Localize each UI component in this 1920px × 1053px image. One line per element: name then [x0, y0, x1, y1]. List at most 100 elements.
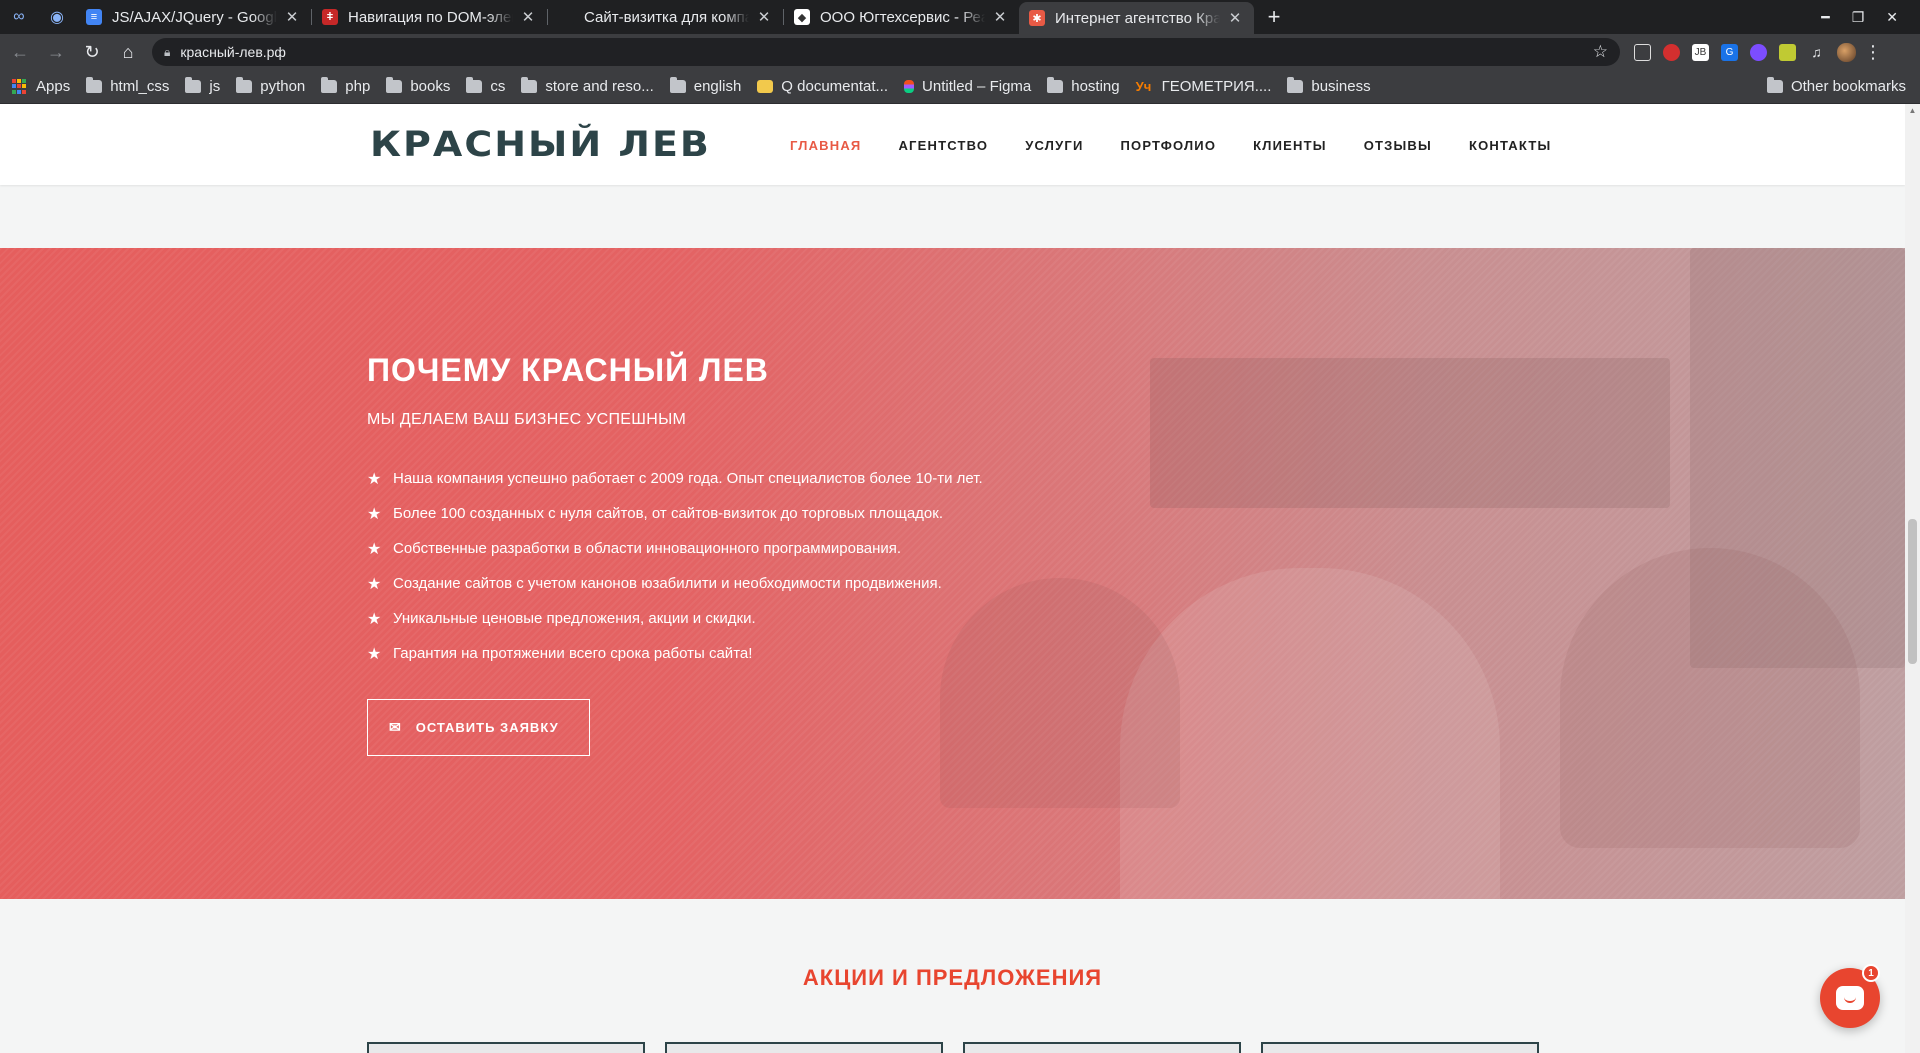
site-favicon-icon [757, 80, 774, 93]
tab[interactable]: ǂ Навигация по DOM-элем ✕ [312, 0, 547, 34]
feature-text: Гарантия на протяжении всего срока работ… [393, 645, 753, 662]
restore-icon[interactable]: ❐ [1852, 9, 1865, 26]
close-window-icon[interactable]: ✕ [1886, 9, 1898, 26]
bookmark-item[interactable]: cs [466, 77, 506, 95]
extension-card-icon[interactable] [1779, 43, 1796, 61]
nav-link[interactable]: КОНТАКТЫ [1469, 138, 1551, 153]
new-tab-button[interactable]: + [1254, 0, 1294, 34]
chat-notification-badge: 1 [1862, 964, 1880, 982]
tab-close-icon[interactable]: ✕ [991, 8, 1009, 26]
window-controls: ━ ❐ ✕ [1821, 0, 1920, 34]
folder-icon [321, 77, 338, 93]
nav-link[interactable]: ПОРТФОЛИО [1121, 138, 1217, 153]
scroll-up-arrow-icon[interactable]: ▲ [1905, 106, 1920, 115]
pinned-tab-icon[interactable]: ∞ [0, 0, 38, 34]
site-logo[interactable]: КРАСНЫЙ ЛЕВ [370, 124, 711, 164]
promotion-card[interactable] [665, 1042, 943, 1053]
bookmark-item[interactable]: business [1287, 77, 1371, 95]
hero-subtitle: МЫ ДЕЛАЕМ ВАШ БИЗНЕС УСПЕШНЫМ [367, 411, 687, 428]
tab-favicon-icon: ✱ [1029, 10, 1045, 26]
bookmark-item[interactable]: english [669, 77, 742, 95]
tab[interactable]: ◆ ООО Югтехсервис - Реал ✕ [784, 0, 1019, 34]
profile-avatar[interactable] [1837, 42, 1856, 62]
bookmark-star-icon[interactable]: ☆ [1593, 42, 1608, 62]
page-scrollbar[interactable]: ▲ [1905, 104, 1920, 1053]
extension-target-icon[interactable] [1663, 43, 1680, 61]
url-text[interactable]: красный-лев.рф [180, 44, 1592, 60]
bookmark-label: js [209, 78, 221, 95]
address-bar[interactable]: 🔒︎ красный-лев.рф ☆ [152, 38, 1620, 66]
envelope-icon: ✉ [389, 719, 402, 735]
bookmark-item[interactable]: Уч ГЕОМЕТРИЯ.... [1136, 78, 1272, 95]
tab-favicon-icon [558, 9, 574, 25]
bookmark-label: cs [490, 78, 506, 95]
media-icon[interactable]: ♫ [1808, 44, 1825, 61]
extension-translate-icon[interactable]: G [1721, 43, 1738, 61]
bookmark-item[interactable]: books [386, 77, 450, 95]
bookmark-item[interactable]: Untitled – Figma [904, 78, 1031, 95]
bookmarks-bar: Apps html_css js python php books cs store and … [0, 70, 1920, 104]
minimize-icon[interactable]: ━ [1821, 9, 1829, 26]
star-icon: ★ [367, 610, 382, 628]
folder-icon [386, 77, 403, 93]
extension-reader-icon[interactable] [1634, 43, 1651, 61]
back-icon[interactable]: ← [4, 36, 36, 68]
feature-item: ★ Уникальные ценовые предложения, акции и… [367, 601, 983, 636]
lock-icon[interactable]: 🔒︎ [164, 45, 170, 60]
tab-close-icon[interactable]: ✕ [519, 8, 537, 26]
nav-link[interactable]: КЛИЕНТЫ [1253, 138, 1327, 153]
feature-item: ★ Собственные разработки в области иннова… [367, 531, 983, 566]
bookmark-item[interactable]: store and reso... [521, 77, 654, 95]
forward-icon[interactable]: → [40, 36, 72, 68]
bookmark-item[interactable]: Apps [12, 78, 70, 95]
chat-widget-button[interactable]: 1 [1820, 964, 1880, 1028]
extension-circle-icon[interactable] [1750, 43, 1767, 61]
hero-content: ПОЧЕМУ КРАСНЫЙ ЛЕВ МЫ ДЕЛАЕМ ВАШ БИЗНЕС … [367, 352, 983, 756]
bookmark-item[interactable]: Q documentat... [757, 78, 888, 95]
extension-jb-icon[interactable]: JB [1692, 43, 1709, 61]
nav-link[interactable]: УСЛУГИ [1025, 138, 1083, 153]
promotion-card[interactable] [367, 1042, 645, 1053]
tab-active[interactable]: ✱ Интернет агентство Крас ✕ [1019, 2, 1254, 34]
other-bookmarks[interactable]: Other bookmarks [1766, 77, 1906, 95]
tab[interactable]: Сайт-визитка для компа ✕ [548, 0, 783, 34]
bookmark-item[interactable]: js [185, 77, 221, 95]
bookmark-item[interactable]: python [236, 77, 305, 95]
leave-request-button[interactable]: ✉ ОСТАВИТЬ ЗАЯВКУ [367, 699, 590, 756]
browser-menu-icon[interactable]: ⋮ [1864, 42, 1882, 63]
pinned-tab-globe-icon[interactable]: ◉ [38, 0, 76, 34]
bookmark-label: english [693, 78, 742, 95]
bookmark-item[interactable]: hosting [1047, 77, 1120, 95]
tab-title: ООО Югтехсервис - Реал [820, 8, 985, 26]
tab-close-icon[interactable]: ✕ [755, 8, 773, 26]
tab-title: Интернет агентство Крас [1055, 9, 1220, 27]
star-icon: ★ [367, 540, 382, 558]
scrollbar-thumb[interactable] [1908, 519, 1917, 664]
folder-icon [521, 77, 538, 93]
tab-close-icon[interactable]: ✕ [283, 8, 301, 26]
bookmark-label: Untitled – Figma [922, 78, 1032, 95]
extensions: JB G ♫ [1634, 42, 1856, 62]
bookmark-item[interactable]: php [321, 77, 370, 95]
nav-link[interactable]: ОТЗЫВЫ [1364, 138, 1432, 153]
tab[interactable]: ≡ JS/AJAX/JQuery - Google ✕ [76, 0, 311, 34]
feature-text: Создание сайтов с учетом канонов юзабили… [393, 575, 942, 592]
star-icon: ★ [367, 470, 382, 488]
tab-title: Сайт-визитка для компа [584, 8, 749, 26]
web-page: КРАСНЫЙ ЛЕВ ГЛАВНАЯ АГЕНТСТВО УСЛУГИ ПОРТФО… [0, 104, 1905, 1053]
folder-icon [1766, 77, 1783, 93]
background-shelf-shape [1150, 358, 1670, 508]
home-icon[interactable]: ⌂ [112, 36, 144, 68]
nav-link[interactable]: АГЕНТСТВО [898, 138, 988, 153]
folder-icon [236, 77, 253, 93]
tab-title: JS/AJAX/JQuery - Google [112, 8, 277, 26]
tab-close-icon[interactable]: ✕ [1226, 9, 1244, 27]
bookmark-label: store and reso... [545, 78, 654, 95]
nav-link[interactable]: ГЛАВНАЯ [790, 138, 861, 153]
feature-item: ★ Наша компания успешно работает с 2009 г… [367, 461, 983, 496]
reload-icon[interactable]: ↻ [76, 36, 108, 68]
star-icon: ★ [367, 505, 382, 523]
bookmark-item[interactable]: html_css [86, 77, 169, 95]
promotion-card[interactable] [1261, 1042, 1539, 1053]
promotion-card[interactable] [963, 1042, 1241, 1053]
